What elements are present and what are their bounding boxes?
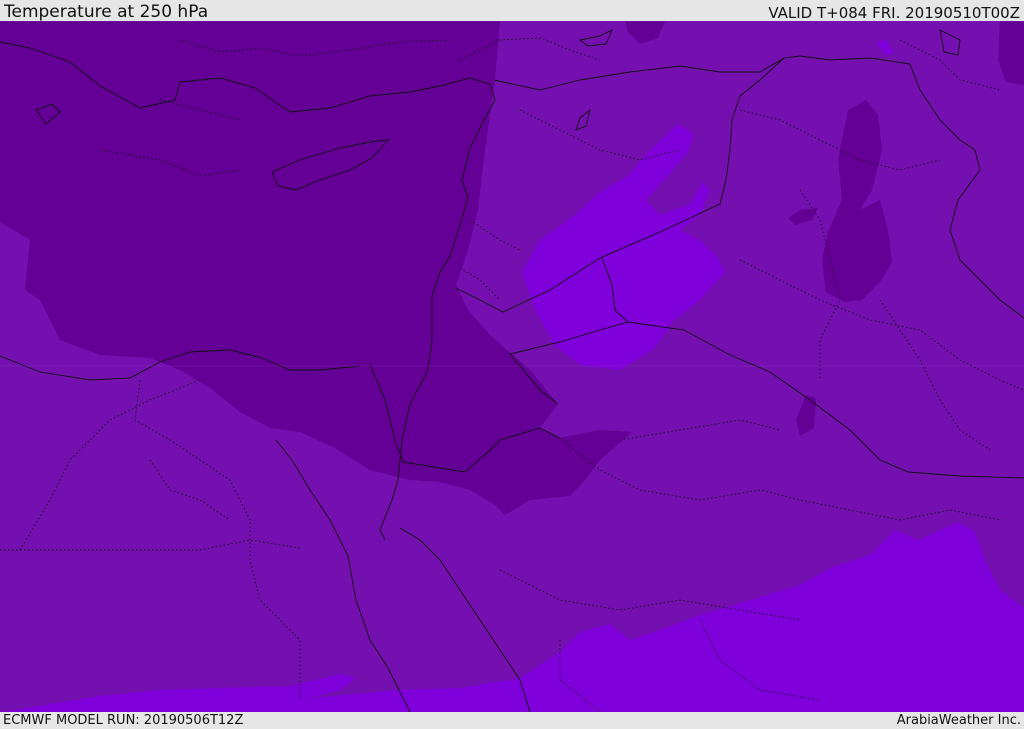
footer-bar: ECMWF MODEL RUN: 20190506T12Z ArabiaWeat… [0, 712, 1024, 729]
temperature-map [0, 21, 1024, 712]
valid-time: VALID T+084 FRI. 20190510T00Z [768, 4, 1020, 22]
map-title: Temperature at 250 hPa [4, 2, 209, 22]
model-run: ECMWF MODEL RUN: 20190506T12Z [3, 713, 244, 728]
credit-text: ArabiaWeather Inc. [896, 713, 1021, 728]
header-bar: Temperature at 250 hPa VALID T+084 FRI. … [0, 0, 1024, 21]
